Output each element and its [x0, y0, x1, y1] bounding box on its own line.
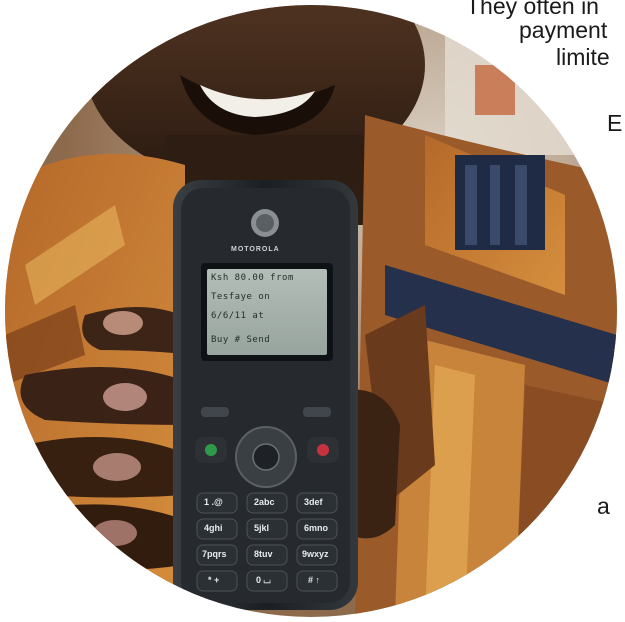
key-3: 3def: [304, 497, 323, 507]
key-star: * +: [208, 575, 220, 585]
screen-line-1: Ksh 80.00 from: [211, 273, 294, 283]
phone-brand-logo: MOTOROLA: [231, 246, 280, 253]
key-4: 4ghi: [204, 523, 223, 533]
key-2: 2abc: [254, 497, 275, 507]
key-hash: # ↑: [308, 575, 321, 585]
key-7: 7pqrs: [202, 549, 227, 559]
key-1: 1 .@: [204, 497, 223, 507]
text-fragment-5: a: [597, 493, 610, 519]
text-fragment-2: payment: [519, 17, 608, 43]
screen-line-2: Tesfaye on: [211, 292, 271, 302]
key-8: 8tuv: [254, 549, 273, 559]
screen-line-4: Buy # Send: [211, 335, 271, 345]
key-9: 9wxyz: [302, 549, 329, 559]
key-0: 0 ⌴: [256, 575, 271, 585]
circular-photo: MOTOROLA Ksh 80.00 from Tesfaye on 6/6/1…: [5, 5, 617, 617]
screen-line-3: 6/6/11 at: [211, 311, 265, 321]
key-6: 6mno: [304, 523, 329, 533]
text-fragment-3: limite: [556, 44, 610, 70]
text-fragment-4: E: [607, 110, 623, 136]
key-5: 5jkl: [254, 523, 270, 533]
